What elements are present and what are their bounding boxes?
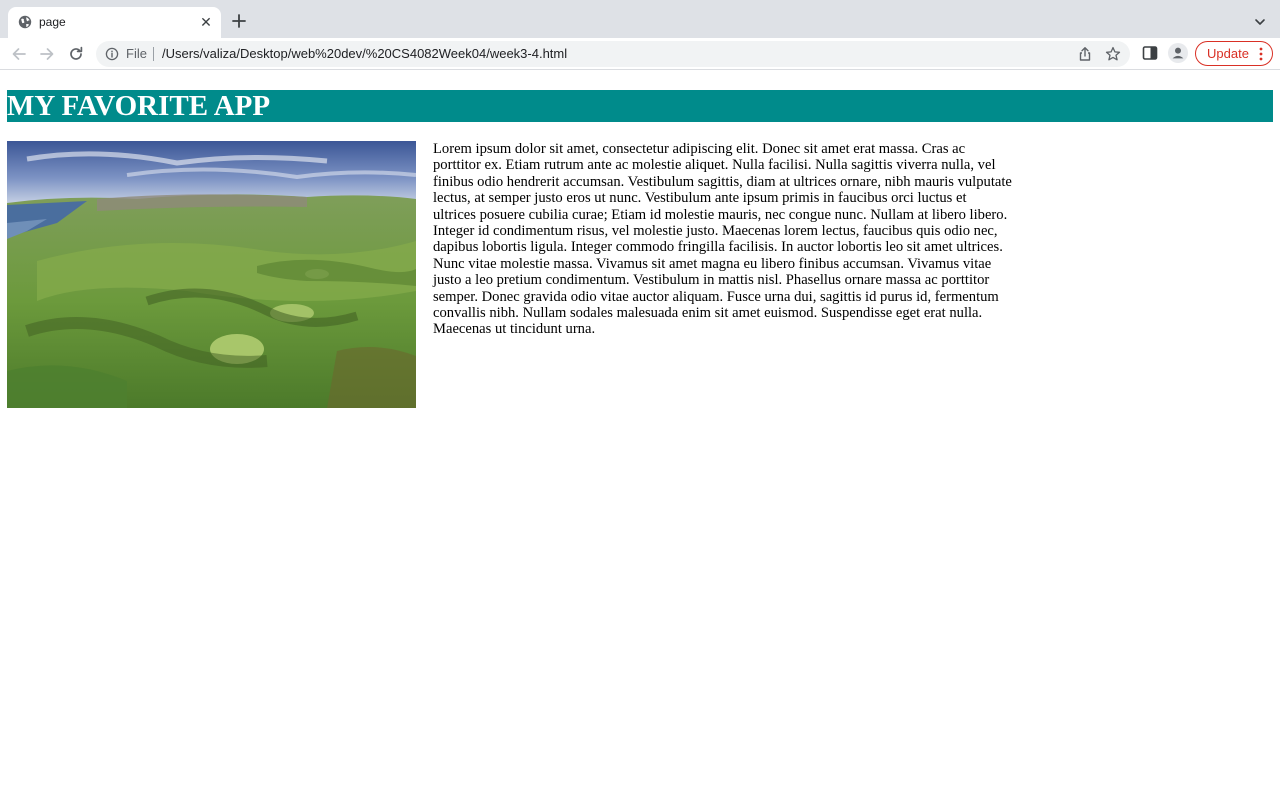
share-icon[interactable] <box>1077 46 1093 62</box>
back-arrow-icon[interactable] <box>9 44 29 64</box>
reload-icon[interactable] <box>66 44 86 64</box>
profile-icon[interactable] <box>1168 43 1188 63</box>
page-header: MY FAVORITE APP <box>7 90 1273 122</box>
chevron-down-icon[interactable] <box>1252 14 1268 30</box>
page-title: MY FAVORITE APP <box>7 90 271 122</box>
url-text[interactable]: /Users/valiza/Desktop/web%20dev/%20CS408… <box>162 47 567 61</box>
browser-toolbar: File /Users/valiza/Desktop/web%20dev/%20… <box>0 38 1280 70</box>
update-button[interactable]: Update <box>1195 41 1273 66</box>
page-viewport: MY FAVORITE APP Lorem ipsum dolor sit am… <box>0 71 1280 800</box>
close-icon[interactable]: ✕ <box>198 14 214 30</box>
kebab-menu-icon[interactable] <box>1258 46 1264 62</box>
tab-title: page <box>39 15 66 29</box>
forward-arrow-icon[interactable] <box>37 44 57 64</box>
info-icon[interactable] <box>105 47 119 61</box>
side-panel-icon[interactable] <box>1141 44 1159 62</box>
plus-icon[interactable] <box>229 11 249 31</box>
browser-tab[interactable]: page ✕ <box>8 7 221 38</box>
update-label: Update <box>1207 46 1249 61</box>
address-bar[interactable]: File /Users/valiza/Desktop/web%20dev/%20… <box>96 41 1130 67</box>
body-paragraph: Lorem ipsum dolor sit amet, consectetur … <box>433 141 1012 338</box>
globe-icon <box>18 15 32 29</box>
avatar <box>1172 47 1184 59</box>
tab-strip: page ✕ <box>0 0 1280 38</box>
star-icon[interactable] <box>1105 46 1121 62</box>
aerial-golf-course-photo <box>7 141 416 408</box>
scheme-label: File <box>126 46 147 61</box>
divider <box>153 47 154 61</box>
